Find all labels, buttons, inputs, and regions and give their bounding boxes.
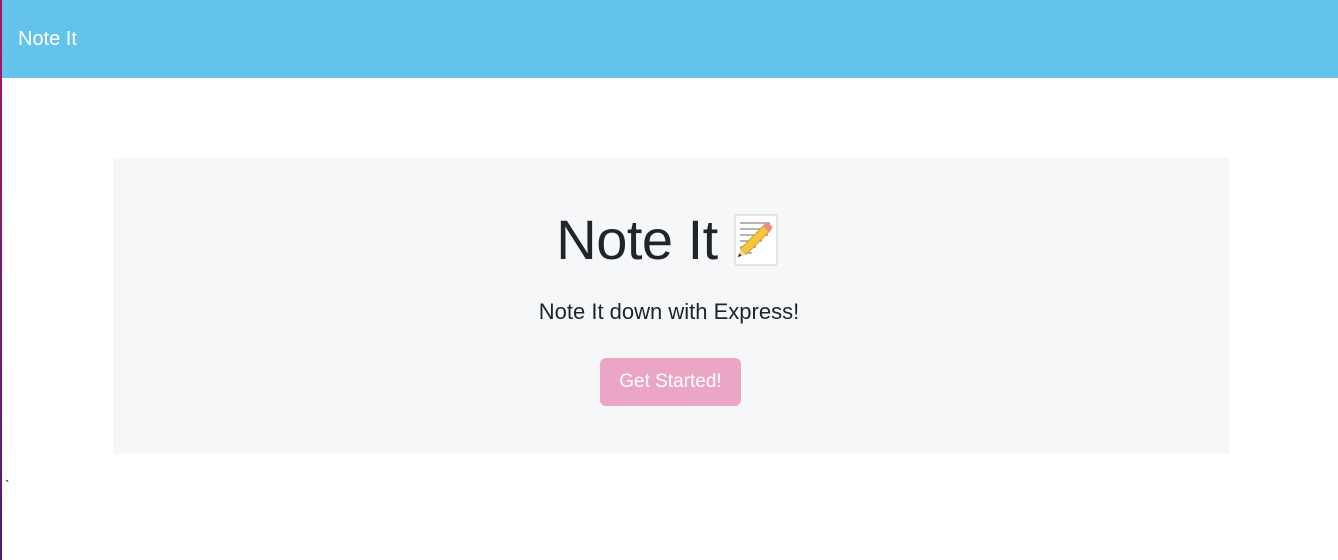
memo-icon <box>732 213 782 267</box>
navbar-brand[interactable]: Note It <box>18 27 77 51</box>
navbar: Note It <box>2 0 1338 78</box>
hero-subtitle: Note It down with Express! <box>538 299 800 324</box>
hero-title-row: Note It <box>0 208 1338 272</box>
stray-text: ` <box>5 477 10 493</box>
hero-title: Note It <box>556 208 718 271</box>
window-edge <box>0 0 2 560</box>
get-started-button[interactable]: Get Started! <box>600 358 741 406</box>
